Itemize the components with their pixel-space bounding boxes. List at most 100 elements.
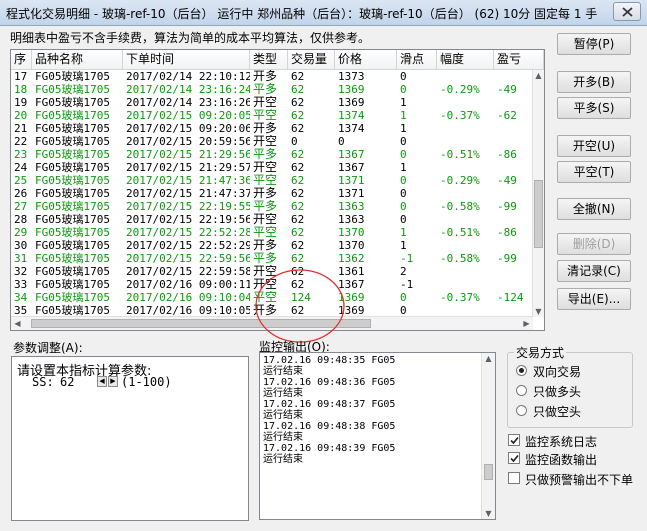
table-row[interactable]: 20 FG05玻璃1705 2017/02/15 09:20:05 平空 62 1374 1… [11,109,531,122]
table-row[interactable]: 23 FG05玻璃1705 2017/02/15 21:29:56 平多 62 1367 0… [11,148,531,161]
cell-slip: 1 [400,122,407,135]
close-short-button[interactable]: 平空(T) [557,161,631,183]
table-row[interactable]: 29 FG05玻璃1705 2017/02/15 22:52:28 平空 62 1370 1… [11,226,531,239]
table-horizontal-scrollbar[interactable]: ◀ ▶ [11,316,533,330]
trade-mode-option-label[interactable]: 只做空头 [533,403,581,420]
table-row[interactable]: 33 FG05玻璃1705 2017/02/16 09:00:11 开空 62 1367 -… [11,278,531,291]
table-row[interactable]: 25 FG05玻璃1705 2017/02/15 21:47:36 平空 62 1371 0… [11,174,531,187]
table-row[interactable]: 18 FG05玻璃1705 2017/02/14 23:16:24 平多 62 1369 0… [11,83,531,96]
vertical-scroll-thumb[interactable] [534,180,543,248]
cell-name: FG05玻璃1705 [35,239,110,252]
table-row[interactable]: 19 FG05玻璃1705 2017/02/14 23:16:26 开空 62 1369 1 [11,96,531,109]
monitor-scroll-thumb[interactable] [484,464,493,480]
table-row[interactable]: 21 FG05玻璃1705 2017/02/15 09:20:06 开多 62 1374 1 [11,122,531,135]
checkbox-1[interactable] [508,452,520,464]
cancel-all-button[interactable]: 全撤(N) [557,198,631,220]
cell-qty: 62 [291,265,305,278]
trade-mode-radio-1[interactable] [516,385,527,396]
cell-qty: 62 [291,70,305,83]
table-row[interactable]: 17 FG05玻璃1705 2017/02/14 22:10:12 开多 62 1373 0 [11,70,531,83]
spin-down-icon[interactable]: ◀ [97,376,107,387]
cell-pnl [494,70,533,83]
column-header-price[interactable]: 价格 [335,50,397,69]
cell-time: 2017/02/15 22:19:55 [126,200,250,213]
export-button[interactable]: 导出(E)... [557,288,631,310]
cell-qty: 124 [291,291,311,304]
scroll-up-icon[interactable]: ▲ [483,353,494,364]
scroll-down-icon[interactable]: ▼ [483,508,494,519]
table-row[interactable]: 24 FG05玻璃1705 2017/02/15 21:29:57 开空 62 1367 1 [11,161,531,174]
ss-value-input[interactable]: 62 [60,375,74,389]
open-long-button[interactable]: 开多(B) [557,71,631,93]
table-row[interactable]: 26 FG05玻璃1705 2017/02/15 21:47:37 开多 62 1371 0 [11,187,531,200]
trade-mode-radio-0[interactable] [516,365,527,376]
cell-seq: 29 [14,226,28,239]
cell-name: FG05玻璃1705 [35,161,110,174]
scroll-up-icon[interactable]: ▲ [533,70,544,81]
close-long-button[interactable]: 平多(S) [557,97,631,119]
cell-name: FG05玻璃1705 [35,109,110,122]
column-header-pnl[interactable]: 盈亏 [494,50,544,69]
cell-range [437,239,494,252]
table-row[interactable]: 31 FG05玻璃1705 2017/02/15 22:59:56 平多 62 1362 -… [11,252,531,265]
checkbox-0[interactable] [508,434,520,446]
scroll-left-icon[interactable]: ◀ [12,318,23,329]
table-row[interactable]: 30 FG05玻璃1705 2017/02/15 22:52:29 开多 62 1370 1 [11,239,531,252]
params-label: 参数调整(A): [13,341,83,355]
scroll-right-icon[interactable]: ▶ [521,318,532,329]
clear-log-button[interactable]: 清记录(C) [557,260,631,282]
monitor-line: 运行结束 [263,366,303,377]
table-row[interactable]: 32 FG05玻璃1705 2017/02/15 22:59:58 开空 62 1361 2 [11,265,531,278]
monitor-output-panel[interactable]: 17.02.16 09:48:35 FG05 运行结束 17.02.16 09:48… [259,352,496,520]
column-header-time[interactable]: 下单时间 [123,50,250,69]
trade-mode-option-label[interactable]: 只做多头 [533,383,581,400]
table-row[interactable]: 28 FG05玻璃1705 2017/02/15 22:19:56 开空 62 1363 0 [11,213,531,226]
trade-mode-option-label[interactable]: 双向交易 [533,363,581,380]
cell-time: 2017/02/15 22:19:56 [126,213,250,226]
monitor-line: 运行结束 [263,454,303,465]
column-header-slip[interactable]: 滑点 [397,50,437,69]
column-header-qty[interactable]: 交易量 [288,50,335,69]
ss-label: SS: [32,375,54,389]
monitor-scrollbar[interactable]: ▲ ▼ [481,353,495,519]
cell-price: 0 [338,135,345,148]
column-header-seq[interactable]: 序 [11,50,32,69]
table-row[interactable]: 27 FG05玻璃1705 2017/02/15 22:19:55 平多 62 1363 0… [11,200,531,213]
table-vertical-scrollbar[interactable]: ▲ ▼ [532,70,544,317]
column-header-range[interactable]: 幅度 [437,50,494,69]
cell-pnl: -49 [497,83,517,96]
column-header-type[interactable]: 类型 [250,50,288,69]
cell-seq: 27 [14,200,28,213]
close-button[interactable] [613,2,641,21]
checkbox-2[interactable] [508,472,520,484]
checkbox-label[interactable]: 监控系统日志 [525,433,597,450]
column-header-name[interactable]: 品种名称 [32,50,123,69]
trade-mode-legend: 交易方式 [514,344,567,361]
table-row[interactable]: 22 FG05玻璃1705 2017/02/15 20:59:56 开空 0 0 0 [11,135,531,148]
cell-qty: 62 [291,200,305,213]
cell-pnl [494,213,533,226]
cell-qty: 62 [291,148,305,161]
trade-mode-radio-2[interactable] [516,405,527,416]
params-panel[interactable]: 请设置本指标计算参数: SS: 62 ◀ ▶ (1-100) [11,356,249,521]
cell-time: 2017/02/15 22:59:58 [126,265,250,278]
trade-detail-table[interactable]: 序品种名称 下单时间 类型 交易量 价格 滑点 幅度 盈亏 17 FG05玻璃1705 2017/… [10,49,545,331]
cell-seq: 17 [14,70,28,83]
cell-type: 开多 [253,239,278,252]
cell-price: 1363 [338,213,365,226]
cell-time: 2017/02/15 21:29:56 [126,148,250,161]
open-short-button[interactable]: 开空(U) [557,135,631,157]
scroll-down-icon[interactable]: ▼ [533,306,544,317]
delete-button[interactable]: 删除(D) [557,233,631,255]
pause-button[interactable]: 暂停(P) [557,33,631,55]
cell-qty: 62 [291,239,305,252]
checkbox-label[interactable]: 只做预警输出不下单 [525,471,633,488]
cell-time: 2017/02/15 09:20:06 [126,122,250,135]
checkbox-label[interactable]: 监控函数输出 [525,451,597,468]
cell-time: 2017/02/15 20:59:56 [126,135,250,148]
cell-range [437,213,494,226]
table-body[interactable]: 17 FG05玻璃1705 2017/02/14 22:10:12 开多 62 1373 0… [11,70,533,317]
table-row[interactable]: 34 FG05玻璃1705 2017/02/16 09:10:04 平空 124 1369… [11,291,531,304]
spin-up-icon[interactable]: ▶ [108,376,118,387]
horizontal-scroll-thumb[interactable] [31,319,371,328]
